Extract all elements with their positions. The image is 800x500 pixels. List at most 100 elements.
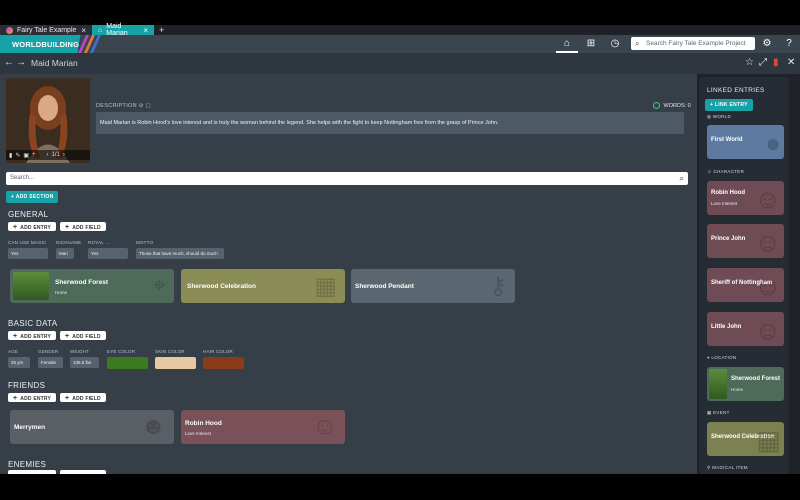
person-icon: ☺: [754, 227, 781, 257]
add-entry-label: ADD ENTRY: [20, 225, 52, 231]
app-header: WORLDBUILDING ⌂ ⊞ ◷ ⌕ Search Fairy Tale …: [0, 35, 800, 53]
field-value[interactable]: Yes: [8, 248, 48, 259]
back-arrow-icon[interactable]: ←: [4, 57, 14, 68]
side-card-sherwood-celebration[interactable]: Sherwood Celebration ▦: [707, 422, 784, 456]
field-label: NICKNAME: [56, 240, 82, 245]
close-icon[interactable]: ✕: [787, 57, 795, 68]
linked-entries-title: LINKED ENTRIES: [707, 87, 765, 94]
person-icon: ☺: [312, 413, 337, 440]
expand-icon[interactable]: ⤢: [759, 57, 767, 68]
hair-color-swatch[interactable]: [203, 357, 244, 369]
home-icon: ⌂: [98, 26, 103, 34]
linked-card-robin-hood[interactable]: Robin Hood Love Interest ☺: [181, 410, 345, 444]
star-icon[interactable]: ☆: [745, 57, 754, 68]
card-sub: Home: [731, 387, 744, 392]
section-search-input[interactable]: Search... ⌕: [6, 172, 688, 185]
top-black-bar: [0, 0, 800, 25]
tab-maid-marian[interactable]: ⌂ Maid Marian ×: [92, 23, 154, 37]
card-name: Robin Hood: [185, 420, 222, 427]
trash-icon[interactable]: ▮: [773, 57, 779, 68]
tab-label: Fairy Tale Example: [17, 26, 77, 34]
card-thumbnail: [709, 369, 727, 399]
bottom-black-bar: [0, 474, 800, 500]
section-title-basic-data: BASIC DATA: [8, 319, 58, 328]
field-label: WEIGHT: [70, 349, 90, 354]
portrait-toolbar: ▮ ✎ ▣ + ‹ 1/1 ›: [6, 150, 90, 160]
field-label: CAN USE MAGIC: [8, 240, 47, 245]
globe-icon: ●: [765, 128, 781, 158]
link-entry-button[interactable]: + LINK ENTRY: [705, 99, 753, 111]
add-section-button[interactable]: + ADD SECTION: [6, 191, 59, 203]
field-label: SKIN COLOR: [155, 349, 185, 354]
section-title-enemies: ENEMIES: [8, 460, 47, 469]
card-sub: Love Interest: [711, 201, 738, 206]
hierarchy-icon[interactable]: ⊞: [584, 37, 598, 51]
edit-image-icon[interactable]: ✎: [15, 152, 20, 159]
section-title-general: GENERAL: [8, 210, 49, 219]
side-card-sherwood-forest[interactable]: Sherwood Forest Home: [707, 367, 784, 401]
field-value[interactable]: 135.5 lbs: [70, 357, 99, 368]
linked-card-sherwood-celebration[interactable]: Sherwood Celebration ▦: [181, 269, 345, 303]
add-field-button[interactable]: + ADD FIELD: [60, 331, 106, 340]
calendar-icon: ▦: [314, 273, 337, 300]
search-icon: ⌕: [679, 174, 684, 183]
side-card-little-john[interactable]: Little John ☺: [707, 312, 784, 346]
add-image-icon[interactable]: +: [32, 152, 36, 158]
close-tab-icon[interactable]: ×: [143, 26, 148, 35]
field-value[interactable]: 26 yrs: [8, 357, 30, 368]
field-label: ROYAL ...: [88, 240, 110, 245]
forward-arrow-icon[interactable]: →: [16, 57, 26, 68]
add-entry-button[interactable]: + ADD ENTRY: [8, 393, 57, 402]
add-entry-button[interactable]: + ADD ENTRY: [8, 222, 57, 231]
gallery-icon[interactable]: ▣: [23, 152, 29, 159]
plus-icon: +: [13, 333, 18, 340]
add-field-label: ADD FIELD: [72, 396, 101, 402]
card-name: Little John: [711, 324, 742, 330]
field-value[interactable]: Female: [38, 357, 63, 368]
field-value[interactable]: Mari: [56, 248, 74, 259]
word-count: WORDS: 0: [653, 102, 691, 109]
linked-card-sherwood-forest[interactable]: Sherwood Forest Home ⌖: [10, 269, 174, 303]
linked-entries-scroll[interactable]: LINKED ENTRIES + LINK ENTRY ◍ WORLD Firs…: [699, 77, 789, 474]
new-tab-button[interactable]: +: [154, 25, 169, 35]
side-card-sheriff-of-nottingham[interactable]: Sheriff of Nottingham ☺: [707, 268, 784, 302]
close-tab-icon[interactable]: ×: [81, 26, 86, 35]
card-name: Prince John: [711, 236, 746, 242]
description-field[interactable]: Maid Marian is Robin Hood's love interes…: [96, 112, 684, 134]
delete-image-icon[interactable]: ▮: [9, 152, 12, 159]
gear-icon[interactable]: ⚙: [760, 37, 774, 51]
card-sub: Home: [55, 290, 68, 295]
card-name: Sherwood Pendant: [355, 283, 414, 290]
help-icon[interactable]: ?: [782, 37, 796, 51]
eye-color-swatch[interactable]: [107, 357, 148, 369]
add-entry-button[interactable]: + ADD ENTRY: [8, 331, 57, 340]
calendar-icon: ▦: [756, 425, 781, 455]
card-name: Sherwood Forest: [731, 376, 781, 382]
image-counter: 1/1: [51, 152, 60, 158]
description-label-text: DESCRIPTION: [96, 103, 137, 109]
skin-color-swatch[interactable]: [155, 357, 196, 369]
field-value[interactable]: Yes: [88, 248, 128, 259]
next-image-icon[interactable]: ›: [63, 152, 65, 158]
group-head-location: ⌖ LOCATION: [707, 355, 736, 360]
linked-card-merrymen[interactable]: Merrymen ☻: [10, 410, 174, 444]
tab-bar: Fairy Tale Example × ⌂ Maid Marian × +: [0, 23, 800, 37]
side-card-robin-hood[interactable]: Robin Hood Love Interest ☺: [707, 181, 784, 215]
group-head-magical-item: ⚲ MAGICAL ITEM: [707, 465, 748, 471]
add-field-button[interactable]: + ADD FIELD: [60, 222, 106, 231]
side-card-prince-john[interactable]: Prince John ☺: [707, 224, 784, 258]
linked-card-sherwood-pendant[interactable]: Sherwood Pendant ⚷: [351, 269, 515, 303]
tab-fairy-tale-example[interactable]: Fairy Tale Example ×: [0, 25, 92, 35]
global-search-input[interactable]: ⌕ Search Fairy Tale Example Project: [631, 37, 755, 50]
card-name: Merrymen: [14, 424, 46, 431]
plus-icon: +: [13, 224, 18, 231]
prev-image-icon[interactable]: ‹: [47, 152, 49, 158]
card-name: First World: [711, 137, 743, 143]
link-entry-label: LINK ENTRY: [714, 102, 748, 108]
side-card-first-world[interactable]: First World ●: [707, 125, 784, 159]
add-field-button[interactable]: + ADD FIELD: [60, 393, 106, 402]
search-icon: ⌕: [635, 39, 640, 48]
clock-icon[interactable]: ◷: [608, 37, 622, 51]
field-value[interactable]: Those that have much, should do much: [136, 248, 224, 259]
home-icon[interactable]: ⌂: [560, 37, 574, 51]
